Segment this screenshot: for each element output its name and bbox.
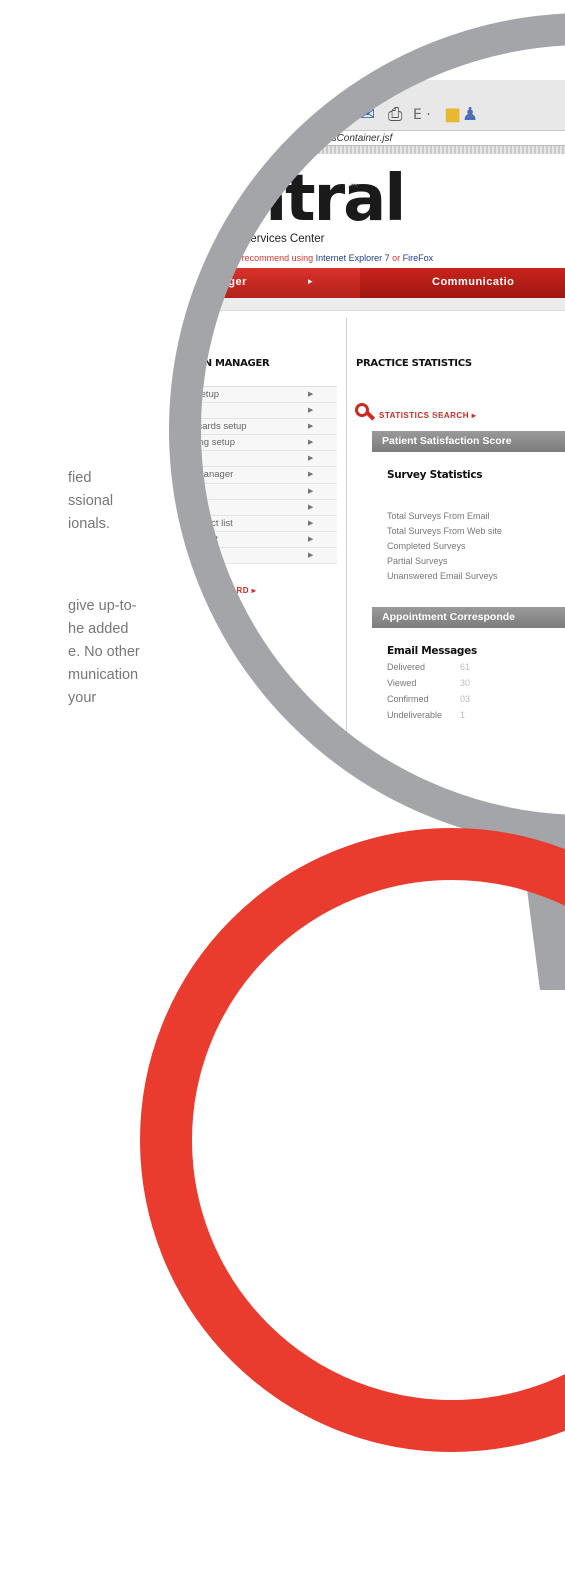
magnifier-ring [169,13,565,847]
magnifier-graphic [140,13,565,1452]
red-circle-decoration [140,828,565,1452]
